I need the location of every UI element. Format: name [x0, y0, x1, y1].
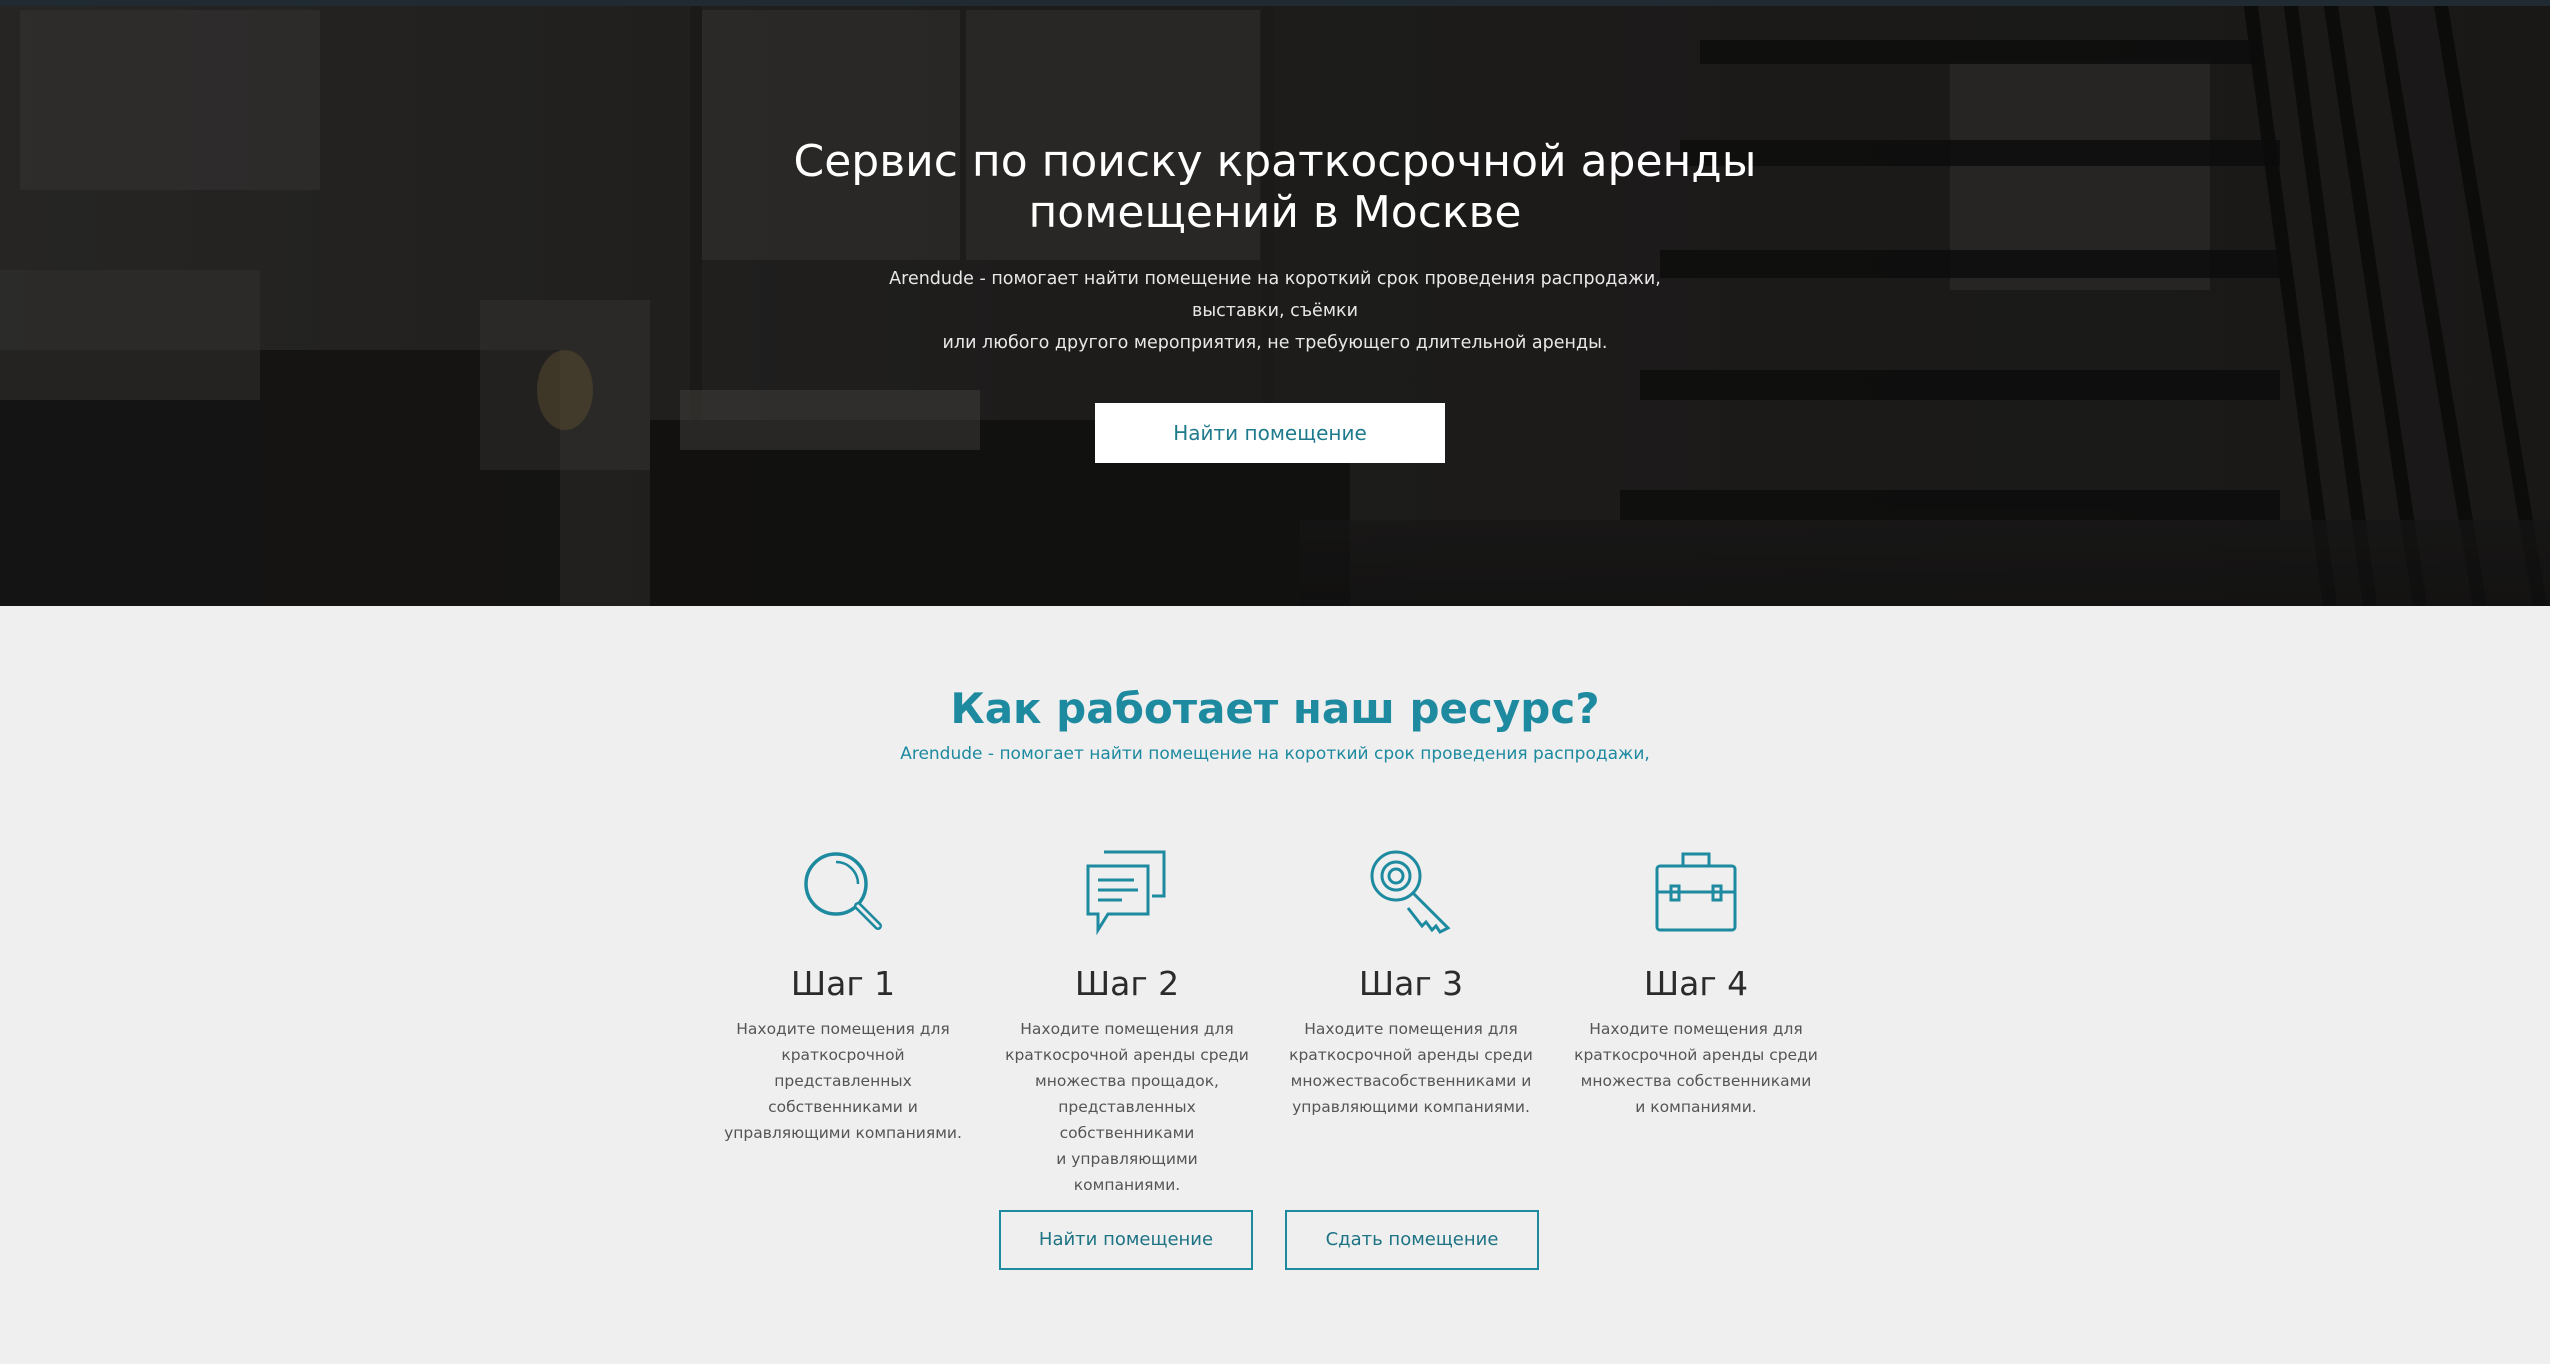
hero-title-line-2: помещений в Москве: [1028, 187, 1522, 238]
step-text-line: краткосрочной представленных: [774, 1046, 912, 1090]
step-title: Шаг 1: [790, 964, 896, 1003]
step-text-line: управляющими компаниями.: [724, 1124, 962, 1142]
find-space-button[interactable]: Найти помещение: [999, 1210, 1253, 1270]
step-text-line: Находите помещения для: [1304, 1020, 1518, 1038]
step-text-line: множества прощадок,: [1035, 1072, 1219, 1090]
step-text-line: краткосрочной аренды среди: [1574, 1046, 1818, 1064]
step-text-line: управляющими компаниями.: [1292, 1098, 1530, 1116]
search-icon: [804, 852, 882, 930]
hero-title: Сервис по поиску краткосрочной аренды по…: [775, 136, 1775, 238]
briefcase-icon: [1655, 852, 1737, 932]
step-text-line: множествасобственниками и: [1290, 1072, 1532, 1090]
step-description: Находите помещения для краткосрочной аре…: [992, 1016, 1262, 1198]
step-title: Шаг 2: [1074, 964, 1180, 1003]
hero-content: Сервис по поиску краткосрочной аренды по…: [0, 0, 2550, 606]
step-text-line: представленных собственниками: [1058, 1098, 1196, 1142]
step-title: Шаг 4: [1643, 964, 1749, 1003]
step-text-line: Находите помещения для: [1589, 1020, 1803, 1038]
chat-icon: [1086, 850, 1166, 936]
step-text-line: Находите помещения для: [1020, 1020, 1234, 1038]
how-subtitle: Arendude - помогает найти помещение на к…: [900, 744, 1650, 764]
top-bar: [0, 0, 2550, 6]
step-text-line: и компаниями.: [1635, 1098, 1757, 1116]
hero-find-space-button[interactable]: Найти помещение: [1095, 403, 1445, 463]
hero-subtitle-line-2: или любого другого мероприятия, не требу…: [942, 333, 1608, 353]
step-text-line: множества собственниками: [1580, 1072, 1812, 1090]
hero-title-line-1: Сервис по поиску краткосрочной аренды: [793, 136, 1757, 187]
step-text-line: Находите помещения для: [736, 1020, 950, 1038]
step-3: Шаг 3 Находите помещения для краткосрочн…: [1276, 846, 1546, 1120]
step-description: Находите помещения для краткосрочной пре…: [708, 1016, 978, 1146]
step-text-line: краткосрочной аренды среди: [1005, 1046, 1249, 1064]
step-1: Шаг 1 Находите помещения для краткосрочн…: [708, 846, 978, 1146]
step-text-line: и управляющими компаниями.: [1056, 1150, 1198, 1194]
step-title: Шаг 3: [1358, 964, 1464, 1003]
how-it-works-section: Как работает наш ресурс? Arendude - помо…: [0, 606, 2550, 1364]
step-text-line: собственниками и: [768, 1098, 918, 1116]
step-description: Находите помещения для краткосрочной аре…: [1276, 1016, 1546, 1120]
step-description: Находите помещения для краткосрочной аре…: [1561, 1016, 1831, 1120]
key-icon: [1370, 850, 1451, 934]
step-text-line: краткосрочной аренды среди: [1289, 1046, 1533, 1064]
hero-subtitle-line-1: Arendude - помогает найти помещение на к…: [889, 269, 1661, 321]
hero-subtitle: Arendude - помогает найти помещение на к…: [845, 263, 1705, 359]
step-2: Шаг 2 Находите помещения для краткосрочн…: [992, 846, 1262, 1198]
rent-out-space-button[interactable]: Сдать помещение: [1285, 1210, 1539, 1270]
how-title: Как работает наш ресурс?: [950, 684, 1600, 733]
hero-section: Сервис по поиску краткосрочной аренды по…: [0, 0, 2550, 606]
step-4: Шаг 4 Находите помещения для краткосрочн…: [1561, 846, 1831, 1120]
